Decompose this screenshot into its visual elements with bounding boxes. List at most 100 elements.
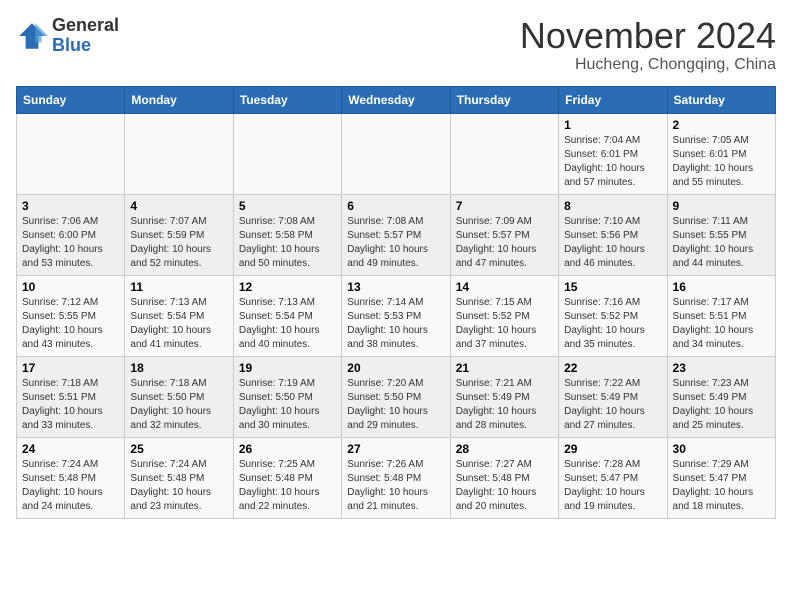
logo-icon xyxy=(16,20,48,52)
day-info: Sunrise: 7:20 AM Sunset: 5:50 PM Dayligh… xyxy=(347,377,444,433)
day-cell: 29 Sunrise: 7:28 AM Sunset: 5:47 PM Dayli… xyxy=(559,437,667,518)
day-cell: 14 Sunrise: 7:15 AM Sunset: 5:52 PM Dayli… xyxy=(450,275,558,356)
day-cell: 25Sunrise: 7:24 AM Sunset: 5:48 PM Dayli… xyxy=(125,437,233,518)
day-number: 18 xyxy=(130,361,227,375)
day-number: 13 xyxy=(347,280,444,294)
day-number: 16 xyxy=(673,280,770,294)
day-cell: 23 Sunrise: 7:23 AM Sunset: 5:49 PM Dayli… xyxy=(667,356,775,437)
day-number: 29 xyxy=(564,442,661,456)
day-cell xyxy=(233,113,341,194)
header-day-friday: Friday xyxy=(559,86,667,113)
day-cell: 22 Sunrise: 7:22 AM Sunset: 5:49 PM Dayli… xyxy=(559,356,667,437)
month-title: November 2024 xyxy=(520,16,776,56)
logo-general: General xyxy=(52,15,119,35)
day-number: 19 xyxy=(239,361,336,375)
day-cell: 12 Sunrise: 7:13 AM Sunset: 5:54 PM Dayli… xyxy=(233,275,341,356)
day-number: 24 xyxy=(22,442,119,456)
day-number: 15 xyxy=(564,280,661,294)
day-number: 5 xyxy=(239,199,336,213)
day-cell: 27 Sunrise: 7:26 AM Sunset: 5:48 PM Dayli… xyxy=(342,437,450,518)
day-info: Sunrise: 7:28 AM Sunset: 5:47 PM Dayligh… xyxy=(564,458,661,514)
day-number: 26 xyxy=(239,442,336,456)
calendar-body: 1 Sunrise: 7:04 AM Sunset: 6:01 PM Daylig… xyxy=(17,113,776,518)
day-number: 21 xyxy=(456,361,553,375)
week-row-2: 3 Sunrise: 7:06 AM Sunset: 6:00 PM Daylig… xyxy=(17,194,776,275)
day-info: Sunrise: 7:13 AM Sunset: 5:54 PM Dayligh… xyxy=(239,296,336,352)
calendar-header: SundayMondayTuesdayWednesdayThursdayFrid… xyxy=(17,86,776,113)
calendar-table: SundayMondayTuesdayWednesdayThursdayFrid… xyxy=(16,86,776,519)
day-number: 3 xyxy=(22,199,119,213)
day-number: 11 xyxy=(130,280,227,294)
day-cell: 4Sunrise: 7:07 AM Sunset: 5:59 PM Daylig… xyxy=(125,194,233,275)
header-day-saturday: Saturday xyxy=(667,86,775,113)
day-cell: 30Sunrise: 7:29 AM Sunset: 5:47 PM Dayli… xyxy=(667,437,775,518)
day-cell: 5Sunrise: 7:08 AM Sunset: 5:58 PM Daylig… xyxy=(233,194,341,275)
day-cell: 17Sunrise: 7:18 AM Sunset: 5:51 PM Dayli… xyxy=(17,356,125,437)
day-info: Sunrise: 7:18 AM Sunset: 5:50 PM Dayligh… xyxy=(130,377,227,433)
day-cell: 9 Sunrise: 7:11 AM Sunset: 5:55 PM Daylig… xyxy=(667,194,775,275)
day-cell: 10Sunrise: 7:12 AM Sunset: 5:55 PM Dayli… xyxy=(17,275,125,356)
header-day-tuesday: Tuesday xyxy=(233,86,341,113)
location-subtitle: Hucheng, Chongqing, China xyxy=(520,56,776,74)
logo: General Blue xyxy=(16,16,119,56)
day-cell xyxy=(125,113,233,194)
day-number: 8 xyxy=(564,199,661,213)
day-number: 10 xyxy=(22,280,119,294)
day-cell: 21 Sunrise: 7:21 AM Sunset: 5:49 PM Dayli… xyxy=(450,356,558,437)
day-number: 25 xyxy=(130,442,227,456)
day-info: Sunrise: 7:06 AM Sunset: 6:00 PM Dayligh… xyxy=(22,215,119,271)
day-number: 2 xyxy=(673,118,770,132)
day-number: 1 xyxy=(564,118,661,132)
day-cell: 24Sunrise: 7:24 AM Sunset: 5:48 PM Dayli… xyxy=(17,437,125,518)
day-number: 28 xyxy=(456,442,553,456)
logo-blue: Blue xyxy=(52,35,91,55)
day-info: Sunrise: 7:04 AM Sunset: 6:01 PM Dayligh… xyxy=(564,134,661,190)
day-cell: 16 Sunrise: 7:17 AM Sunset: 5:51 PM Dayli… xyxy=(667,275,775,356)
day-info: Sunrise: 7:19 AM Sunset: 5:50 PM Dayligh… xyxy=(239,377,336,433)
day-number: 27 xyxy=(347,442,444,456)
day-info: Sunrise: 7:17 AM Sunset: 5:51 PM Dayligh… xyxy=(673,296,770,352)
day-cell: 26 Sunrise: 7:25 AM Sunset: 5:48 PM Dayli… xyxy=(233,437,341,518)
day-info: Sunrise: 7:27 AM Sunset: 5:48 PM Dayligh… xyxy=(456,458,553,514)
week-row-1: 1 Sunrise: 7:04 AM Sunset: 6:01 PM Daylig… xyxy=(17,113,776,194)
day-info: Sunrise: 7:11 AM Sunset: 5:55 PM Dayligh… xyxy=(673,215,770,271)
header-day-sunday: Sunday xyxy=(17,86,125,113)
day-info: Sunrise: 7:15 AM Sunset: 5:52 PM Dayligh… xyxy=(456,296,553,352)
day-cell: 8Sunrise: 7:10 AM Sunset: 5:56 PM Daylig… xyxy=(559,194,667,275)
day-info: Sunrise: 7:07 AM Sunset: 5:59 PM Dayligh… xyxy=(130,215,227,271)
day-number: 23 xyxy=(673,361,770,375)
day-info: Sunrise: 7:16 AM Sunset: 5:52 PM Dayligh… xyxy=(564,296,661,352)
day-cell: 6Sunrise: 7:08 AM Sunset: 5:57 PM Daylig… xyxy=(342,194,450,275)
day-number: 12 xyxy=(239,280,336,294)
day-number: 14 xyxy=(456,280,553,294)
day-number: 22 xyxy=(564,361,661,375)
day-info: Sunrise: 7:21 AM Sunset: 5:49 PM Dayligh… xyxy=(456,377,553,433)
week-row-5: 24Sunrise: 7:24 AM Sunset: 5:48 PM Dayli… xyxy=(17,437,776,518)
header-day-thursday: Thursday xyxy=(450,86,558,113)
day-cell xyxy=(17,113,125,194)
header-row: SundayMondayTuesdayWednesdayThursdayFrid… xyxy=(17,86,776,113)
day-info: Sunrise: 7:13 AM Sunset: 5:54 PM Dayligh… xyxy=(130,296,227,352)
day-info: Sunrise: 7:14 AM Sunset: 5:53 PM Dayligh… xyxy=(347,296,444,352)
day-info: Sunrise: 7:05 AM Sunset: 6:01 PM Dayligh… xyxy=(673,134,770,190)
day-info: Sunrise: 7:22 AM Sunset: 5:49 PM Dayligh… xyxy=(564,377,661,433)
day-number: 30 xyxy=(673,442,770,456)
day-info: Sunrise: 7:23 AM Sunset: 5:49 PM Dayligh… xyxy=(673,377,770,433)
day-number: 9 xyxy=(673,199,770,213)
day-cell: 18 Sunrise: 7:18 AM Sunset: 5:50 PM Dayli… xyxy=(125,356,233,437)
day-cell: 15 Sunrise: 7:16 AM Sunset: 5:52 PM Dayli… xyxy=(559,275,667,356)
day-cell: 2 Sunrise: 7:05 AM Sunset: 6:01 PM Daylig… xyxy=(667,113,775,194)
title-block: November 2024 Hucheng, Chongqing, China xyxy=(520,16,776,74)
header-day-monday: Monday xyxy=(125,86,233,113)
day-info: Sunrise: 7:25 AM Sunset: 5:48 PM Dayligh… xyxy=(239,458,336,514)
day-number: 17 xyxy=(22,361,119,375)
day-cell: 11 Sunrise: 7:13 AM Sunset: 5:54 PM Dayli… xyxy=(125,275,233,356)
week-row-3: 10Sunrise: 7:12 AM Sunset: 5:55 PM Dayli… xyxy=(17,275,776,356)
page-header: General Blue November 2024 Hucheng, Chon… xyxy=(16,16,776,74)
day-info: Sunrise: 7:26 AM Sunset: 5:48 PM Dayligh… xyxy=(347,458,444,514)
day-number: 6 xyxy=(347,199,444,213)
day-info: Sunrise: 7:09 AM Sunset: 5:57 PM Dayligh… xyxy=(456,215,553,271)
day-number: 20 xyxy=(347,361,444,375)
day-cell: 1 Sunrise: 7:04 AM Sunset: 6:01 PM Daylig… xyxy=(559,113,667,194)
day-cell: 3 Sunrise: 7:06 AM Sunset: 6:00 PM Daylig… xyxy=(17,194,125,275)
